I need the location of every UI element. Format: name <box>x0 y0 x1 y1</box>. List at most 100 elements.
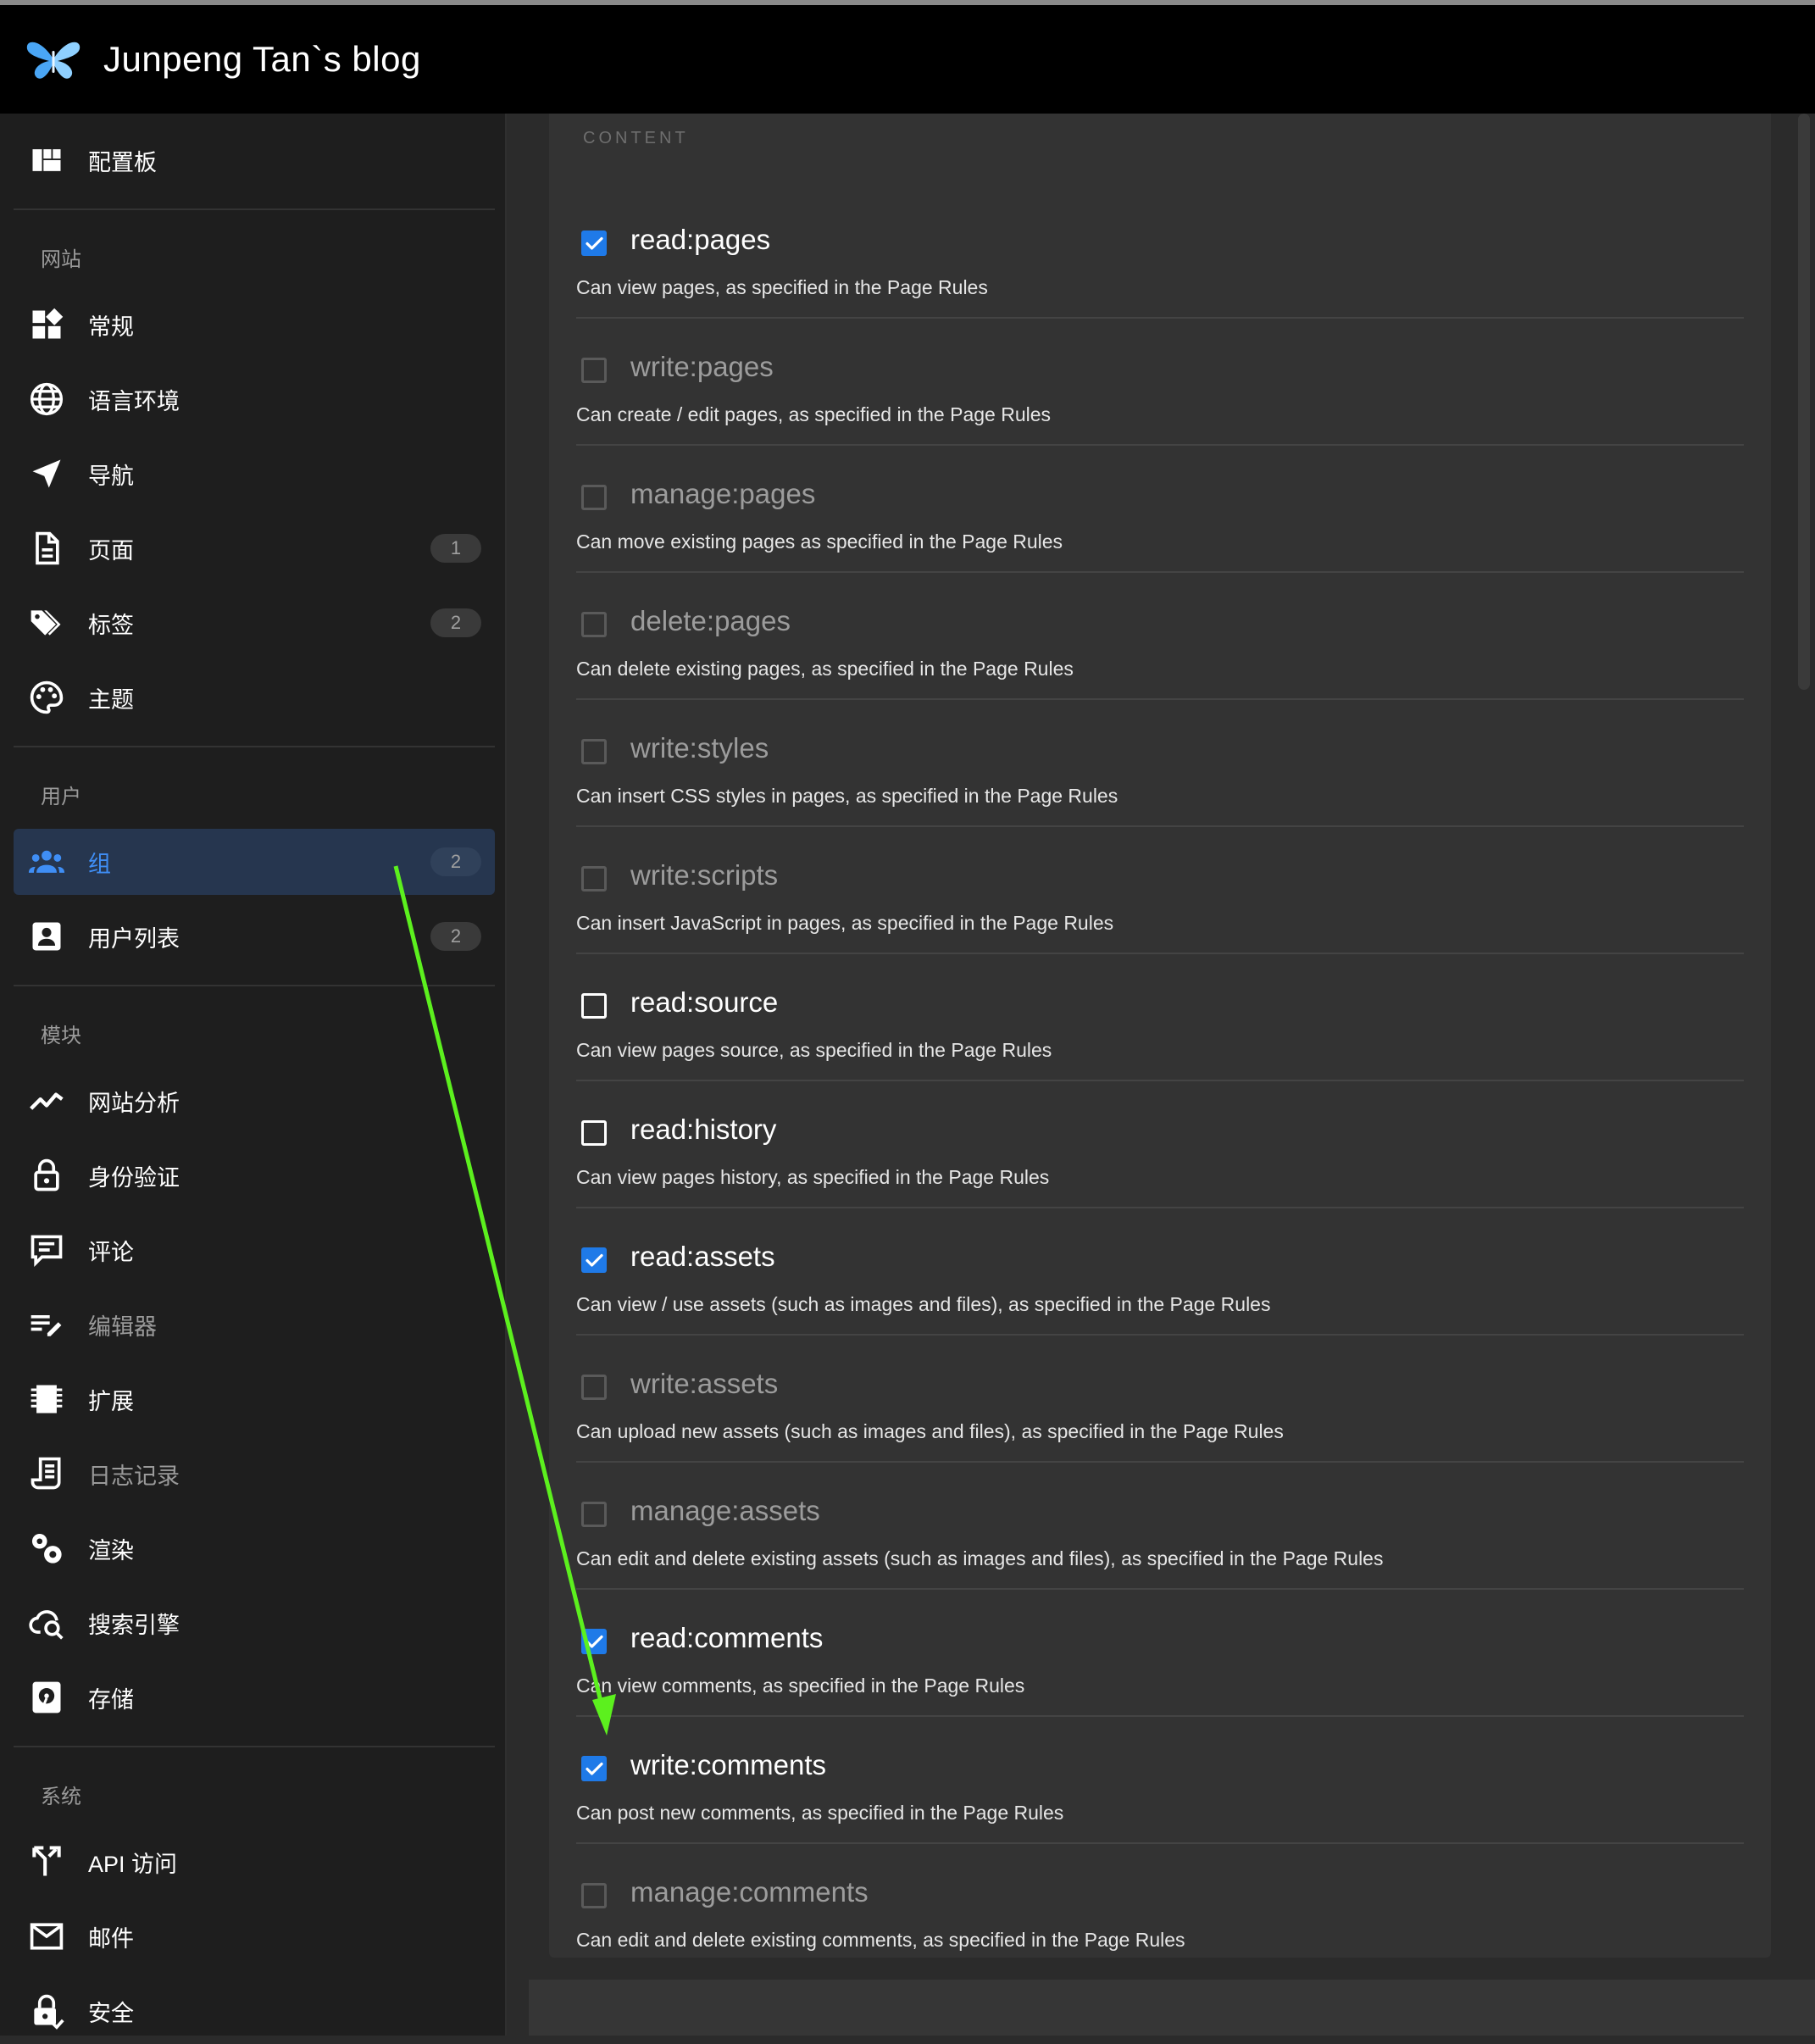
permission-name[interactable]: read:pages <box>630 224 770 256</box>
nav-label: 扩展 <box>88 1388 134 1414</box>
app-header: Junpeng Tan`s blog <box>0 5 1815 114</box>
permission-checkbox[interactable] <box>581 358 607 383</box>
permission-name[interactable]: write:scripts <box>630 859 778 891</box>
check-icon <box>586 236 603 250</box>
nav-label: 评论 <box>88 1239 134 1265</box>
nav-search[interactable]: 搜索引擎 <box>14 1590 495 1656</box>
nav-mail[interactable]: 邮件 <box>14 1903 495 1969</box>
permission-checkbox[interactable] <box>581 866 607 891</box>
comment-text-icon <box>27 1230 66 1269</box>
nav-label: 网站分析 <box>88 1090 180 1116</box>
nav-dashboard[interactable]: 配置板 <box>14 127 495 193</box>
nav-label: 搜索引擎 <box>88 1612 180 1638</box>
nav-label: 常规 <box>88 314 134 340</box>
nav-tags[interactable]: 标签 2 <box>14 590 495 656</box>
permission-name[interactable]: read:assets <box>630 1241 775 1273</box>
permission-row: write:styles Can insert CSS styles in pag… <box>576 700 1744 827</box>
script-text-icon <box>27 1454 66 1493</box>
permission-row: write:pages Can create / edit pages, as s… <box>576 319 1744 446</box>
nav-label: 日志记录 <box>88 1463 180 1489</box>
main-background-footer <box>529 1980 1815 2036</box>
widgets-icon <box>27 305 66 344</box>
section-label-site: 网站 <box>41 248 81 271</box>
nav-editor[interactable]: 编辑器 <box>14 1291 495 1358</box>
permission-checkbox[interactable] <box>581 1502 607 1527</box>
nav-locale[interactable]: 语言环境 <box>14 366 495 432</box>
nav-analytics[interactable]: 网站分析 <box>14 1068 495 1134</box>
permission-checkbox[interactable] <box>581 231 607 256</box>
nav-label: 标签 <box>88 612 134 638</box>
nav-security[interactable]: 安全 <box>14 1978 495 2044</box>
butterfly-logo-icon[interactable] <box>24 36 83 83</box>
palette-icon <box>27 678 66 717</box>
nav-storage[interactable]: 存储 <box>14 1664 495 1730</box>
nav-api[interactable]: API 访问 <box>14 1829 495 1895</box>
nav-theme[interactable]: 主题 <box>14 664 495 730</box>
permission-checkbox[interactable] <box>581 485 607 510</box>
permission-name[interactable]: write:styles <box>630 732 769 764</box>
permission-checkbox[interactable] <box>581 993 607 1019</box>
section-label-content: CONTENT <box>583 129 689 147</box>
nav-label: 邮件 <box>88 1925 134 1952</box>
permission-name[interactable]: manage:assets <box>630 1495 820 1527</box>
nav-label: 安全 <box>88 2000 134 2026</box>
permission-description: Can view pages, as specified in the Page… <box>576 276 988 298</box>
permission-name[interactable]: manage:comments <box>630 1876 869 1908</box>
nav-logging[interactable]: 日志记录 <box>14 1441 495 1507</box>
nav-rendering[interactable]: 渲染 <box>14 1515 495 1581</box>
permission-name[interactable]: delete:pages <box>630 605 791 637</box>
permissions-card: CONTENT read:pages Can view pages, as spe… <box>549 114 1771 1958</box>
dashboard-icon <box>27 141 66 180</box>
permission-description: Can insert JavaScript in pages, as speci… <box>576 912 1114 934</box>
permission-description: Can edit and delete existing comments, a… <box>576 1929 1185 1951</box>
permission-row: delete:pages Can delete existing pages, a… <box>576 573 1744 700</box>
divider <box>14 1746 495 1747</box>
permission-row: write:assets Can upload new assets (such … <box>576 1336 1744 1463</box>
permission-row: manage:pages Can move existing pages as s… <box>576 446 1744 573</box>
nav-general[interactable]: 常规 <box>14 292 495 358</box>
permission-name[interactable]: write:comments <box>630 1749 826 1781</box>
harddisk-icon <box>27 1678 66 1717</box>
nav-extensions[interactable]: 扩展 <box>14 1366 495 1432</box>
permission-name[interactable]: read:source <box>630 986 778 1019</box>
permission-name[interactable]: manage:pages <box>630 478 815 510</box>
permission-checkbox[interactable] <box>581 739 607 764</box>
permission-checkbox[interactable] <box>581 1629 607 1654</box>
permission-name[interactable]: read:comments <box>630 1622 823 1654</box>
nav-label: 编辑器 <box>88 1314 157 1340</box>
permission-row: read:assets Can view / use assets (such a… <box>576 1208 1744 1336</box>
account-box-icon <box>27 917 66 956</box>
scrollbar-thumb[interactable] <box>1798 114 1810 690</box>
nav-groups[interactable]: 组 2 <box>14 829 495 895</box>
permission-name[interactable]: read:history <box>630 1114 776 1146</box>
nav-comments[interactable]: 评论 <box>14 1217 495 1283</box>
divider <box>14 208 495 210</box>
permission-checkbox[interactable] <box>581 1756 607 1781</box>
permission-name[interactable]: write:assets <box>630 1368 778 1400</box>
permission-checkbox[interactable] <box>581 1883 607 1908</box>
permission-checkbox[interactable] <box>581 612 607 637</box>
nav-label: 组 <box>88 851 111 877</box>
nav-label: 用户列表 <box>88 925 180 952</box>
permission-name[interactable]: write:pages <box>630 351 774 383</box>
email-icon <box>27 1917 66 1956</box>
nav-auth[interactable]: 身份验证 <box>14 1142 495 1208</box>
nav-pages[interactable]: 页面 1 <box>14 515 495 581</box>
lock-check-icon <box>27 1991 66 2030</box>
permission-checkbox[interactable] <box>581 1247 607 1273</box>
check-icon <box>586 1762 603 1775</box>
tags-icon <box>27 603 66 642</box>
nav-users[interactable]: 用户列表 2 <box>14 903 495 969</box>
permission-description: Can view comments, as specified in the P… <box>576 1675 1025 1697</box>
section-label-users: 用户 <box>41 786 81 808</box>
section-label-modules: 模块 <box>41 1025 81 1047</box>
lock-icon <box>27 1156 66 1195</box>
permission-checkbox[interactable] <box>581 1375 607 1400</box>
navigation-arrow-icon <box>27 454 66 493</box>
check-icon <box>586 1253 603 1267</box>
site-title[interactable]: Junpeng Tan`s blog <box>103 39 421 80</box>
nav-label: 页面 <box>88 537 134 564</box>
permission-checkbox[interactable] <box>581 1120 607 1146</box>
permission-description: Can upload new assets (such as images an… <box>576 1420 1284 1442</box>
nav-navigation[interactable]: 导航 <box>14 441 495 507</box>
